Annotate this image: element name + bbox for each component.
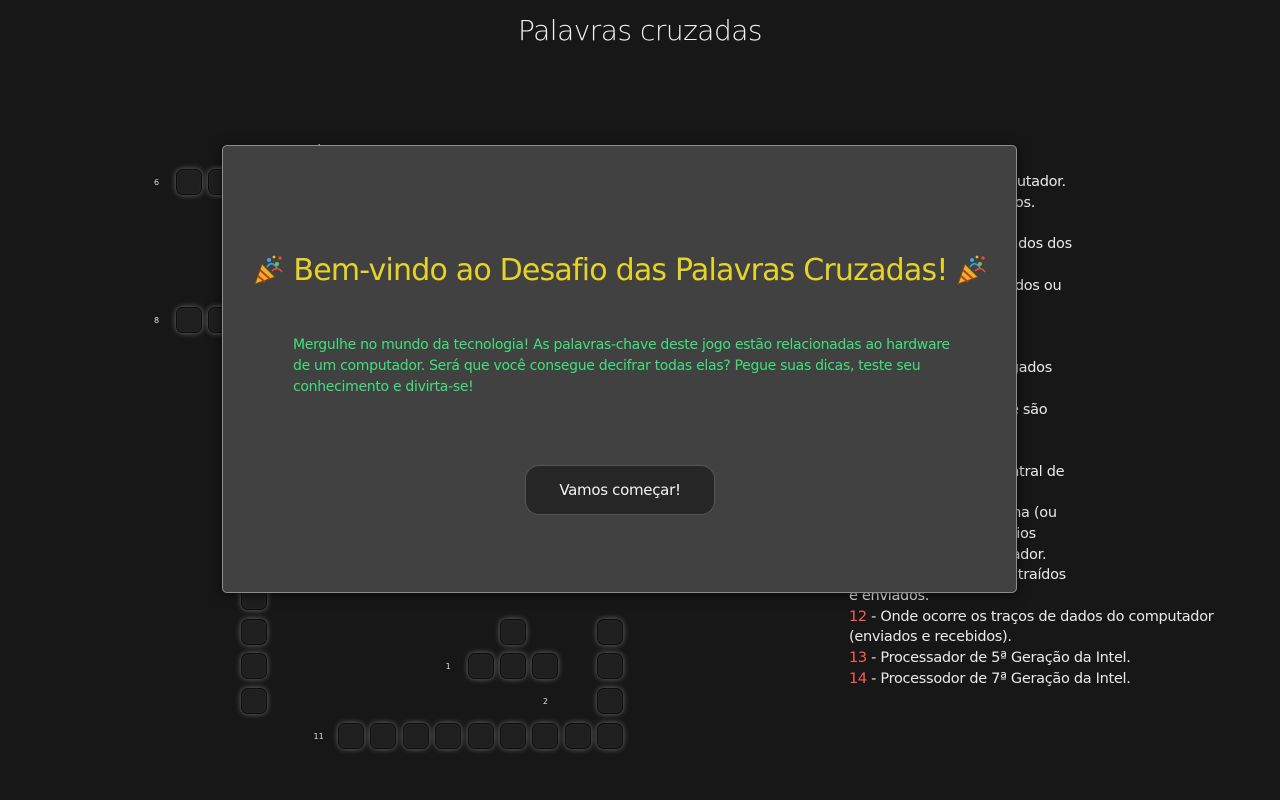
party-popper-icon xyxy=(957,255,986,285)
modal-overlay: Bem-vindo ao Desafio das Palavras Cruzad… xyxy=(0,0,1280,800)
modal-title: Bem-vindo ao Desafio das Palavras Cruzad… xyxy=(223,253,1018,288)
start-button[interactable]: Vamos começar! xyxy=(525,465,715,515)
modal-description: Mergulhe no mundo da tecnologia! As pala… xyxy=(293,337,950,395)
modal-title-text: Bem-vindo ao Desafio das Palavras Cruzad… xyxy=(293,253,948,288)
welcome-modal: Bem-vindo ao Desafio das Palavras Cruzad… xyxy=(222,145,1017,593)
party-popper-icon xyxy=(253,255,283,285)
